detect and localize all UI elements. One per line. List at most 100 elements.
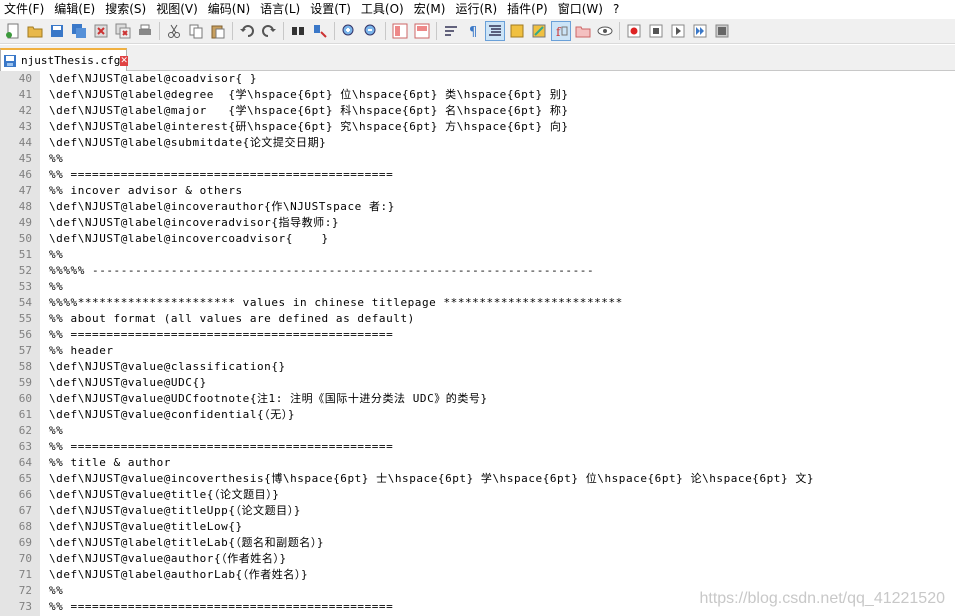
code-line[interactable]: 47 %% incover advisor & others — [0, 183, 955, 199]
monitor-icon[interactable] — [595, 21, 615, 41]
line-text[interactable]: \def\NJUST@label@interest{研\hspace{6pt} … — [49, 119, 569, 135]
print-icon[interactable] — [135, 21, 155, 41]
code-line[interactable]: 67 \def\NJUST@value@titleUpp{（论文题目）} — [0, 503, 955, 519]
code-line[interactable]: 69 \def\NJUST@label@titleLab{（题名和副题名）} — [0, 535, 955, 551]
code-line[interactable]: 40 \def\NJUST@label@coadvisor{ } — [0, 71, 955, 87]
line-text[interactable]: \def\NJUST@label@submitdate{论文提交日期} — [49, 135, 326, 151]
line-text[interactable]: \def\NJUST@value@confidential{（无）} — [49, 407, 295, 423]
line-text[interactable]: %% header — [49, 343, 114, 359]
code-line[interactable]: 50 \def\NJUST@label@incovercoadvisor{ } — [0, 231, 955, 247]
line-text[interactable]: \def\NJUST@value@classification{} — [49, 359, 286, 375]
code-line[interactable]: 45%% — [0, 151, 955, 167]
menu-item-3[interactable]: 视图(V) — [152, 0, 204, 19]
tab-close-icon[interactable]: ✕ — [120, 55, 128, 66]
code-line[interactable]: 52 %%%%% --------------------------------… — [0, 263, 955, 279]
function-list-icon[interactable]: f — [551, 21, 571, 41]
code-line[interactable]: 64 %% title & author — [0, 455, 955, 471]
redo-icon[interactable] — [259, 21, 279, 41]
line-text[interactable]: \def\NJUST@label@degree {学\hspace{6pt} 位… — [49, 87, 569, 103]
user-lang-icon[interactable] — [507, 21, 527, 41]
tab-njustthesis-cfg[interactable]: njustThesis.cfg ✕ — [0, 48, 128, 71]
code-line[interactable]: 63 %% ===================================… — [0, 439, 955, 455]
line-text[interactable]: \def\NJUST@label@major {学\hspace{6pt} 科\… — [49, 103, 569, 119]
line-text[interactable]: %% — [49, 247, 63, 263]
code-line[interactable]: 68 \def\NJUST@value@titleLow{} — [0, 519, 955, 535]
line-text[interactable]: \def\NJUST@label@incovercoadvisor{ } — [49, 231, 329, 247]
menu-item-1[interactable]: 编辑(E) — [50, 0, 101, 19]
code-line[interactable]: 56 %% ===================================… — [0, 327, 955, 343]
line-text[interactable]: %% =====================================… — [49, 439, 393, 455]
menu-item-8[interactable]: 宏(M) — [410, 0, 452, 19]
line-text[interactable]: %%%%% ----------------------------------… — [49, 263, 594, 279]
code-line[interactable]: 49 \def\NJUST@label@incoveradvisor{指导教师:} — [0, 215, 955, 231]
code-area[interactable]: 40 \def\NJUST@label@coadvisor{ } 41 \def\NJ… — [0, 71, 955, 615]
line-text[interactable]: \def\NJUST@label@incoverauthor{作\NJUSTsp… — [49, 199, 395, 215]
line-text[interactable]: %% — [49, 279, 63, 295]
record-macro-icon[interactable] — [624, 21, 644, 41]
code-line[interactable]: 48 \def\NJUST@label@incoverauthor{作\NJUST… — [0, 199, 955, 215]
zoom-out-icon[interactable] — [361, 21, 381, 41]
menu-item-10[interactable]: 插件(P) — [503, 0, 554, 19]
menu-item-4[interactable]: 编码(N) — [204, 0, 256, 19]
code-line[interactable]: 66 \def\NJUST@value@title{（论文题目）} — [0, 487, 955, 503]
code-line[interactable]: 57 %% header — [0, 343, 955, 359]
line-text[interactable]: %% incover advisor & others — [49, 183, 243, 199]
code-line[interactable]: 59 \def\NJUST@value@UDC{} — [0, 375, 955, 391]
line-text[interactable]: \def\NJUST@value@titleUpp{（论文题目）} — [49, 503, 301, 519]
line-text[interactable]: \def\NJUST@value@author{（作者姓名）} — [49, 551, 287, 567]
line-text[interactable]: %% — [49, 423, 63, 439]
line-text[interactable]: \def\NJUST@label@incoveradvisor{指导教师:} — [49, 215, 339, 231]
menu-item-0[interactable]: 文件(F) — [0, 0, 50, 19]
line-text[interactable]: %% title & author — [49, 455, 171, 471]
menu-item-9[interactable]: 运行(R) — [451, 0, 503, 19]
code-line[interactable]: 61 \def\NJUST@value@confidential{（无）} — [0, 407, 955, 423]
find-icon[interactable] — [288, 21, 308, 41]
save-macro-icon[interactable] — [712, 21, 732, 41]
line-text[interactable]: \def\NJUST@label@titleLab{（题名和副题名）} — [49, 535, 324, 551]
line-text[interactable]: \def\NJUST@value@UDC{} — [49, 375, 207, 391]
save-icon[interactable] — [47, 21, 67, 41]
line-text[interactable]: \def\NJUST@value@title{（论文题目）} — [49, 487, 279, 503]
line-text[interactable]: %% =====================================… — [49, 167, 393, 183]
code-line[interactable]: 60 \def\NJUST@value@UDCfootnote{注1: 注明《国际… — [0, 391, 955, 407]
code-line[interactable]: 41 \def\NJUST@label@degree {学\hspace{6pt}… — [0, 87, 955, 103]
line-text[interactable]: %% =====================================… — [49, 327, 393, 343]
show-all-chars-icon[interactable]: ¶ — [463, 21, 483, 41]
play-macro-icon[interactable] — [668, 21, 688, 41]
code-line[interactable]: 44 \def\NJUST@label@submitdate{论文提交日期} — [0, 135, 955, 151]
line-text[interactable]: \def\NJUST@value@titleLow{} — [49, 519, 243, 535]
folder-workspace-icon[interactable] — [573, 21, 593, 41]
cut-icon[interactable] — [164, 21, 184, 41]
close-icon[interactable] — [91, 21, 111, 41]
line-text[interactable]: %% =====================================… — [49, 599, 393, 615]
line-text[interactable]: \def\NJUST@label@coadvisor{ } — [49, 71, 257, 87]
line-text[interactable]: \def\NJUST@value@UDCfootnote{注1: 注明《国际十进… — [49, 391, 488, 407]
code-line[interactable]: 58 \def\NJUST@value@classification{} — [0, 359, 955, 375]
menu-item-11[interactable]: 窗口(W) — [554, 0, 609, 19]
copy-icon[interactable] — [186, 21, 206, 41]
line-text[interactable]: %% about format (all values are defined … — [49, 311, 415, 327]
code-line[interactable]: 65 \def\NJUST@value@incoverthesis{博\hspac… — [0, 471, 955, 487]
menu-item-7[interactable]: 工具(O) — [357, 0, 410, 19]
word-wrap-icon[interactable] — [441, 21, 461, 41]
indent-guide-icon[interactable] — [485, 21, 505, 41]
line-text[interactable]: %% — [49, 151, 63, 167]
close-all-icon[interactable] — [113, 21, 133, 41]
line-text[interactable]: %% — [49, 583, 63, 599]
code-line[interactable]: 53%% — [0, 279, 955, 295]
line-text[interactable]: \def\NJUST@label@authorLab{（作者姓名）} — [49, 567, 308, 583]
code-line[interactable]: 51%% — [0, 247, 955, 263]
undo-icon[interactable] — [237, 21, 257, 41]
open-file-icon[interactable] — [25, 21, 45, 41]
editor[interactable]: 40 \def\NJUST@label@coadvisor{ } 41 \def\NJ… — [0, 71, 955, 616]
menu-item-2[interactable]: 搜索(S) — [101, 0, 152, 19]
menu-item-5[interactable]: 语言(L) — [256, 0, 306, 19]
code-line[interactable]: 55 %% about format (all values are define… — [0, 311, 955, 327]
sync-horizontal-icon[interactable] — [412, 21, 432, 41]
menu-item-6[interactable]: 设置(T) — [306, 0, 357, 19]
replace-icon[interactable] — [310, 21, 330, 41]
line-text[interactable]: \def\NJUST@value@incoverthesis{博\hspace{… — [49, 471, 814, 487]
zoom-in-icon[interactable] — [339, 21, 359, 41]
code-line[interactable]: 71 \def\NJUST@label@authorLab{（作者姓名）} — [0, 567, 955, 583]
code-line[interactable]: 46 %% ===================================… — [0, 167, 955, 183]
